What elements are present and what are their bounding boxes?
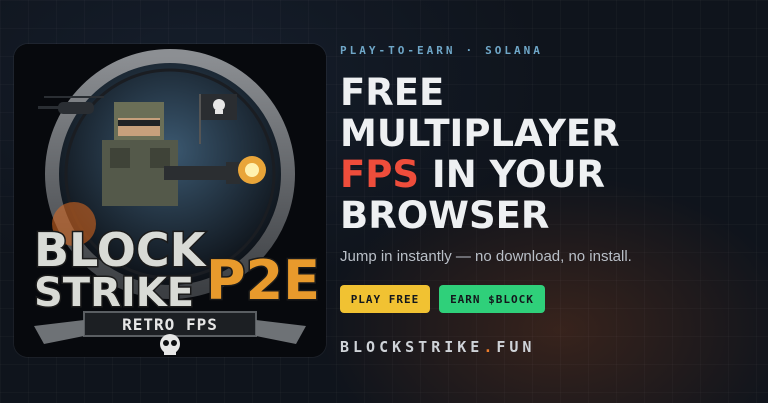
logo-word-block: BLOCK: [34, 223, 208, 277]
headline-line-3: IN YOUR: [419, 153, 606, 196]
muzzle-flash: [238, 156, 266, 184]
eyebrow-separator: ·: [465, 44, 476, 57]
logo-sub-text: RETRO FPS: [122, 315, 218, 334]
logo-word-strike: STRIKE: [34, 270, 194, 316]
hero-subtitle: Jump in instantly — no download, no inst…: [340, 248, 632, 265]
game-key-art-illustration: BLOCK STRIKE P2E RETRO FPS: [14, 44, 326, 357]
headline-line-4: BROWSER: [340, 194, 550, 237]
eyebrow-play-to-earn: PLAY-TO-EARN: [340, 44, 456, 57]
play-free-button[interactable]: PLAY FREE: [340, 285, 430, 313]
eyebrow-tagline: PLAY-TO-EARN · SOLANA: [340, 44, 543, 57]
logo-p2e-badge: P2E: [206, 249, 320, 312]
eyebrow-solana: SOLANA: [485, 44, 543, 57]
domain-name: BLOCKSTRIKE: [340, 338, 484, 356]
headline-line-1: FREE: [340, 71, 445, 114]
hero-headline: FREE MULTIPLAYER FPS IN YOUR BROWSER: [340, 72, 760, 236]
domain-dot: .: [483, 338, 497, 356]
headline-line-2: MULTIPLAYER: [340, 112, 620, 155]
domain-tld: FUN: [496, 338, 536, 356]
site-domain[interactable]: BLOCKSTRIKE.FUN: [340, 338, 535, 356]
headline-highlight: FPS: [340, 153, 420, 196]
game-key-art: BLOCK STRIKE P2E RETRO FPS: [14, 44, 326, 357]
earn-block-button[interactable]: EARN $BLOCK: [439, 285, 545, 313]
